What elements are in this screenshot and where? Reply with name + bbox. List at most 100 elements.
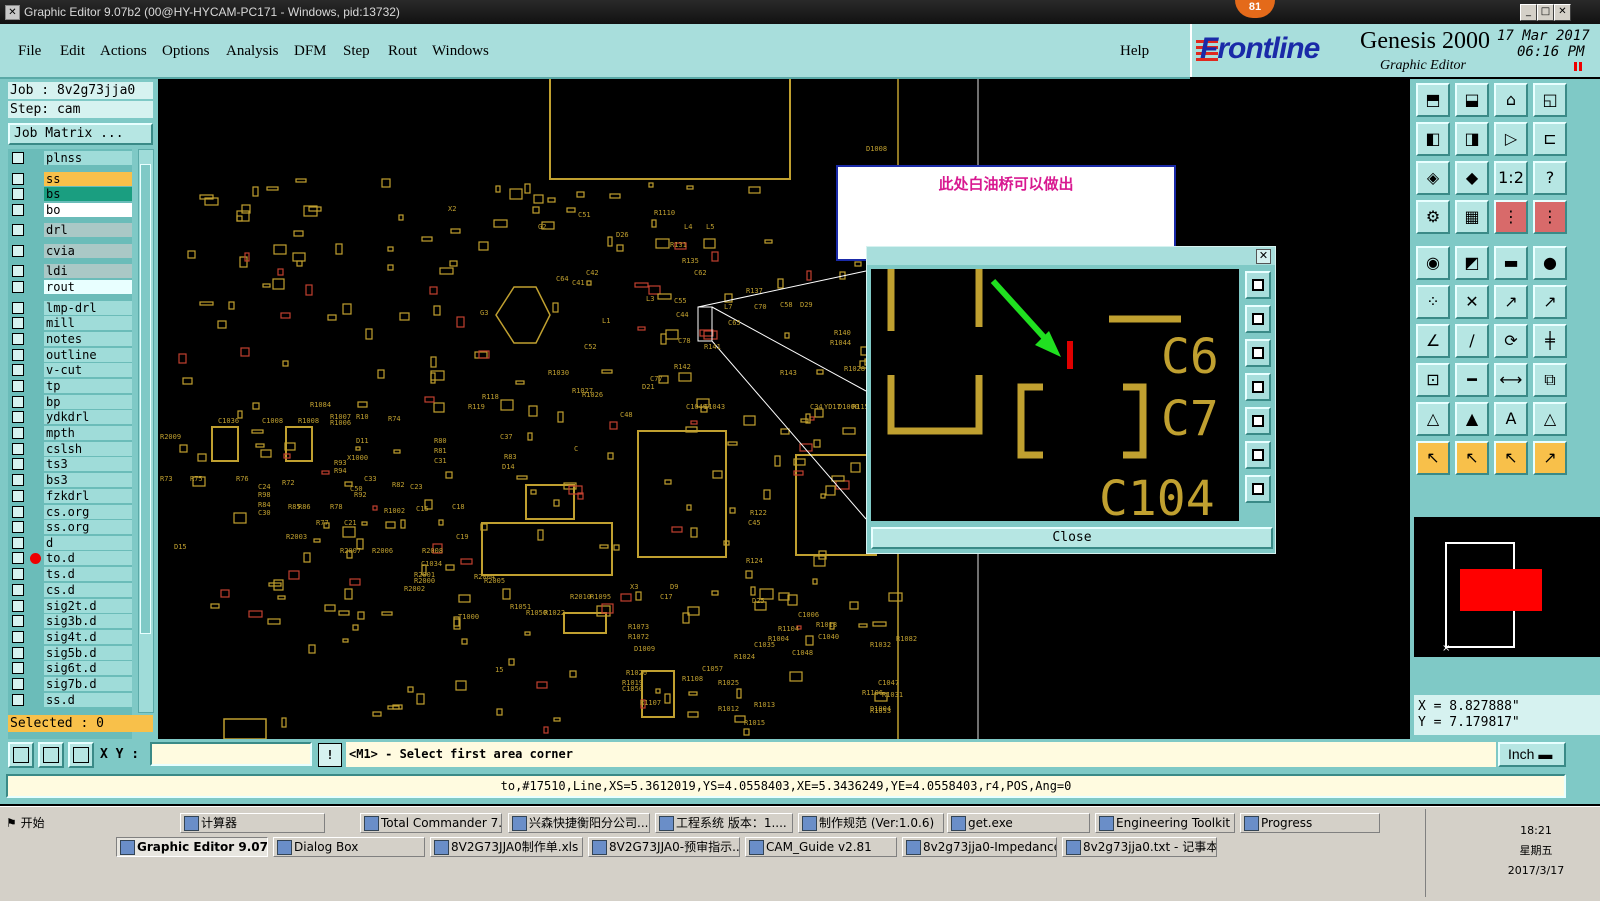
zoom-tool-3[interactable] [1245,339,1271,367]
layer-row-cvia[interactable]: cvia [8,244,132,258]
tool-button-39[interactable]: ↖ [1494,441,1528,475]
job-matrix-button[interactable]: Job Matrix ... [8,123,153,145]
layer-checkbox[interactable] [12,349,24,361]
tool-button-35[interactable]: A [1494,402,1528,436]
tool-button-22[interactable]: ✕ [1455,285,1489,319]
layer-checkbox[interactable] [12,458,24,470]
menu-analysis[interactable]: Analysis [226,43,279,60]
layer-checkbox[interactable] [12,678,24,690]
layer-checkbox[interactable] [12,317,24,329]
tool-button-2[interactable]: ⬓ [1455,83,1489,117]
taskbar-button[interactable]: 8V2G73JJA0-预审指示.... [588,837,740,857]
tool-button-26[interactable]: ∕ [1455,324,1489,358]
layer-checkbox[interactable] [12,224,24,236]
taskbar-button[interactable]: 工程系统 版本：1.... [655,813,793,833]
scrollbar-thumb[interactable] [140,164,151,634]
layer-row-sig6t.d[interactable]: sig6t.d [8,661,132,675]
layer-row-mill[interactable]: mill [8,316,132,330]
layer-name[interactable]: d [44,536,132,550]
menu-windows[interactable]: Windows [432,43,489,60]
tool-button-19[interactable]: ▬ [1494,246,1528,280]
menu-options[interactable]: Options [162,43,210,60]
layer-row-ss[interactable]: ss [8,172,132,186]
layer-row-cs.org[interactable]: cs.org [8,505,132,519]
tool-button-4[interactable]: ◱ [1533,83,1567,117]
taskbar-button[interactable]: 8V2G73JJA0制作单.xls ... [430,837,583,857]
layer-name[interactable]: ts.d [44,567,132,581]
tool-button-27[interactable]: ⟳ [1494,324,1528,358]
taskbar-button[interactable]: 8v2g73jja0-Impedance ... [902,837,1057,857]
layer-row-notes[interactable]: notes [8,332,132,346]
layer-scrollbar[interactable] [138,149,154,713]
layer-name[interactable]: ss.d [44,693,132,707]
tool-button-23[interactable]: ↗ [1494,285,1528,319]
clock[interactable]: 18:21 星期五 2017/3/17 [1496,821,1576,881]
layer-checkbox[interactable] [12,152,24,164]
layer-name[interactable]: mill [44,316,132,330]
taskbar-button[interactable]: Total Commander 7.0 ... [360,813,502,833]
layer-checkbox[interactable] [12,662,24,674]
layer-row-sig5b.d[interactable]: sig5b.d [8,646,132,660]
taskbar-button[interactable]: CAM_Guide v2.81 [745,837,897,857]
layer-row-tp[interactable]: tp [8,379,132,393]
layer-checkbox[interactable] [12,584,24,596]
layer-checkbox[interactable] [12,188,24,200]
layer-checkbox[interactable] [12,380,24,392]
tool-button-18[interactable]: ◩ [1455,246,1489,280]
layer-checkbox[interactable] [12,427,24,439]
taskbar-button[interactable]: Graphic Editor 9.07b2 ... [116,837,268,857]
layer-checkbox[interactable] [12,173,24,185]
tool-button-7[interactable]: ▷ [1494,122,1528,156]
layer-row-bs[interactable]: bs [8,187,132,201]
taskbar-button[interactable]: Engineering Toolkit 9.... [1095,813,1235,833]
layer-row-ldi[interactable]: ldi [8,264,132,278]
layer-checkbox[interactable] [12,568,24,580]
layer-row-ts.d[interactable]: ts.d [8,567,132,581]
layer-checkbox[interactable] [12,694,24,706]
menu-dfm[interactable]: DFM [294,43,327,60]
tool-button-8[interactable]: ⊏ [1533,122,1567,156]
layer-name[interactable]: bs3 [44,473,132,487]
tool-button-28[interactable]: ╪ [1533,324,1567,358]
layer-name[interactable]: bo [44,203,132,217]
layer-checkbox[interactable] [12,552,24,564]
layer-row-v-cut[interactable]: v-cut [8,363,132,377]
window-title-bar[interactable]: ✕ Graphic Editor 9.07b2 (00@HY-HYCAM-PC1… [0,0,1600,24]
zoom-tool-7[interactable] [1245,475,1271,503]
tool-button-14[interactable]: ▦ [1455,200,1489,234]
layer-name[interactable]: sig5b.d [44,646,132,660]
layer-name[interactable]: ydkdrl [44,410,132,424]
layer-row-ts3[interactable]: ts3 [8,457,132,471]
layer-name[interactable]: outline [44,348,132,362]
layer-name[interactable]: plnss [44,151,132,165]
layer-name[interactable]: cslsh [44,442,132,456]
layer-row-ss.org[interactable]: ss.org [8,520,132,534]
layer-checkbox[interactable] [12,506,24,518]
layer-row-fzkdrl[interactable]: fzkdrl [8,489,132,503]
tool-button-24[interactable]: ↗ [1533,285,1567,319]
snap-tool-3[interactable] [68,742,94,768]
layer-name[interactable]: sig4t.d [44,630,132,644]
exclamation-icon[interactable]: ! [318,743,342,767]
snap-tool-1[interactable] [8,742,34,768]
tool-button-25[interactable]: ∠ [1416,324,1450,358]
zoom-tool-4[interactable] [1245,373,1271,401]
tool-button-13[interactable]: ⚙ [1416,200,1450,234]
layer-checkbox[interactable] [12,204,24,216]
layer-checkbox[interactable] [12,615,24,627]
tool-button-1[interactable]: ⬒ [1416,83,1450,117]
layer-name[interactable]: drl [44,223,132,237]
zoom-tool-6[interactable] [1245,441,1271,469]
tool-button-12[interactable]: ? [1533,161,1567,195]
layer-name[interactable]: mpth [44,426,132,440]
layer-checkbox[interactable] [12,364,24,376]
close-window-button[interactable]: ✕ [1554,4,1571,21]
layer-row-ss.d[interactable]: ss.d [8,693,132,707]
tool-button-15[interactable]: ⋮ [1494,200,1528,234]
layer-checkbox[interactable] [12,537,24,549]
layer-checkbox[interactable] [12,333,24,345]
layer-name[interactable]: sig2t.d [44,599,132,613]
menu-help[interactable]: Help [1120,43,1149,60]
tool-button-36[interactable]: △ [1533,402,1567,436]
layer-row-rout[interactable]: rout [8,280,132,294]
